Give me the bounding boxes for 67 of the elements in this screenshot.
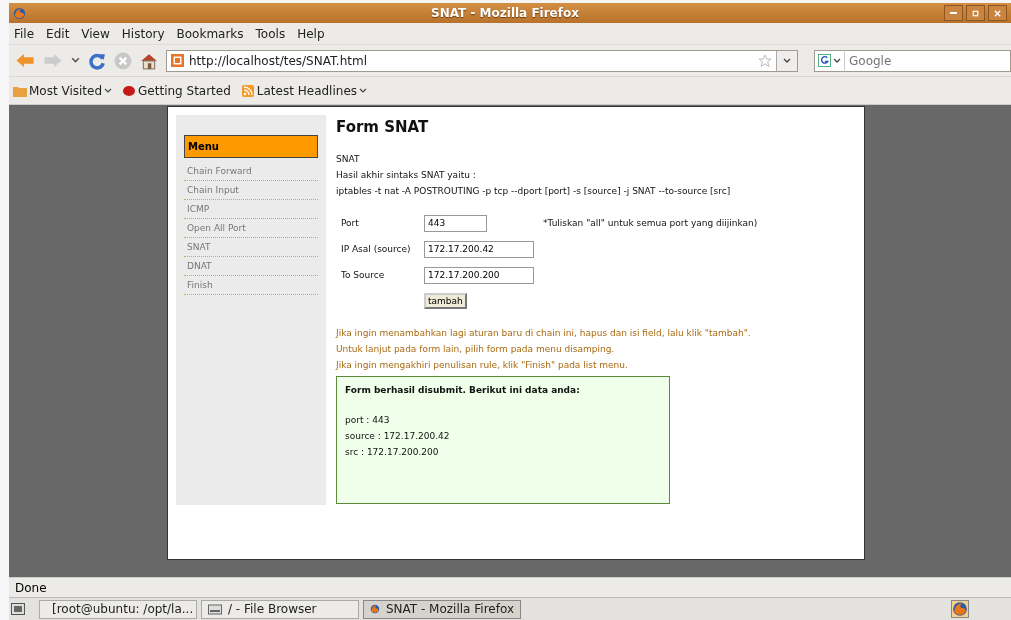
input-field[interactable]: 172.17.200.42	[424, 240, 534, 258]
input-field[interactable]: 443	[424, 214, 487, 232]
result-line: port : 443	[345, 415, 391, 425]
sidebar-link[interactable]: Open All Port	[184, 219, 318, 238]
result-line: source : 172.17.200.42	[345, 431, 451, 441]
address-field[interactable]: http://localhost/tes/SNAT.html	[166, 49, 798, 72]
menu-item[interactable]: View	[81, 26, 110, 41]
firefox-icon[interactable]	[951, 600, 969, 618]
menu-item[interactable]: History	[121, 26, 165, 41]
page-heading: Form SNAT	[336, 118, 430, 136]
result-title: Form berhasil disubmit. Berikut ini data anda:	[345, 385, 581, 395]
caret-icon	[359, 87, 367, 94]
sidebar-link[interactable]: Chain Forward	[184, 162, 318, 181]
search-engine-icon	[818, 54, 831, 67]
caret-icon	[783, 57, 791, 64]
bookmark-item[interactable]: Latest Headlines	[240, 83, 367, 98]
bookmark-item[interactable]: Getting Started	[122, 83, 231, 98]
site-icon	[171, 54, 184, 67]
sidebar-link[interactable]: DNAT	[184, 257, 318, 276]
minimize-icon	[950, 12, 957, 14]
menu-item[interactable]: Bookmarks	[176, 26, 244, 41]
result-line: src : 172.17.200.200	[345, 447, 440, 457]
sidebar-link[interactable]: ICMP	[184, 200, 318, 219]
dropdown-icon[interactable]	[71, 57, 80, 64]
status-text: Done	[15, 580, 47, 595]
drive-icon	[208, 603, 222, 615]
search-engine-button[interactable]	[814, 49, 845, 72]
bookmark-item[interactable]: Most Visited	[13, 83, 113, 98]
menu-item[interactable]: Help	[297, 26, 325, 41]
note-text: Jika ingin mengakhiri penulisan rule, klik "Finish" pada list menu.	[336, 360, 629, 370]
menu-header: Menu	[184, 135, 318, 158]
input-field[interactable]: 172.17.200.200	[424, 266, 534, 284]
caret-icon	[833, 57, 841, 64]
show-desktop-icon[interactable]	[11, 603, 25, 615]
intro-text: SNAT	[336, 154, 361, 164]
close-button[interactable]	[988, 5, 1007, 21]
menu-item[interactable]: Tools	[255, 26, 286, 41]
intro-text: Hasil akhir sintaks SNAT yaitu :	[336, 170, 477, 180]
maximize-button[interactable]	[966, 5, 985, 21]
menu-item[interactable]: File	[14, 26, 35, 41]
rss-icon	[240, 84, 255, 97]
note-text: Untuk lanjut pada form lain, pilih form pada menu disamping.	[336, 344, 616, 354]
intro-text: iptables -t nat -A POSTROUTING -p tcp --dport [port] -s [source] -j SNAT --to-source [src]	[336, 186, 732, 196]
caret-icon	[104, 87, 113, 94]
field-label: Port	[341, 218, 360, 228]
firefox-icon	[13, 6, 26, 20]
sidebar-link[interactable]: Chain Input	[184, 181, 318, 200]
taskbar-button[interactable]: [root@ubuntu: /opt/la...	[39, 599, 197, 619]
minimize-button[interactable]	[944, 5, 963, 21]
note-text: Jika ingin menambahkan lagi aturan baru di chain ini, hapus dan isi field, lalu klik "tambah".	[336, 328, 752, 338]
sidebar-link[interactable]: SNAT	[184, 238, 318, 257]
field-hint: *Tuliskan "all" untuk semua port yang diijinkan)	[543, 218, 758, 228]
reload-icon[interactable]	[88, 51, 106, 70]
star-icon[interactable]	[758, 53, 772, 68]
window-title: SNAT - Mozilla Firefox	[431, 6, 579, 20]
search-field[interactable]: Google	[845, 49, 1011, 72]
field-label: IP Asal (source)	[341, 244, 412, 254]
firefox-icon	[370, 603, 380, 615]
submit-button[interactable]: tambah	[424, 293, 467, 309]
close-icon	[993, 8, 1002, 18]
taskbar-button[interactable]: / - File Browser	[201, 599, 359, 619]
folder-icon	[13, 84, 27, 97]
maximize-icon	[971, 8, 980, 18]
sidebar-link[interactable]: Finish	[184, 276, 318, 295]
field-label: To Source	[341, 270, 386, 280]
menu-item[interactable]: Edit	[46, 26, 70, 41]
taskbar-button[interactable]: SNAT - Mozilla Firefox	[363, 599, 521, 619]
